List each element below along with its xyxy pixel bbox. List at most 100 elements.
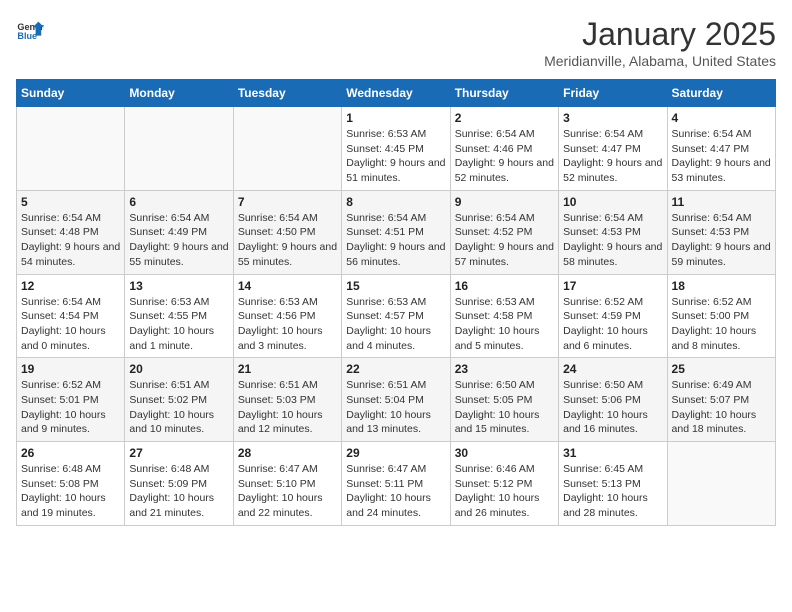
day-number: 3: [563, 111, 662, 125]
weekday-header-thursday: Thursday: [450, 80, 558, 107]
day-info: Sunrise: 6:54 AM Sunset: 4:52 PM Dayligh…: [455, 211, 554, 270]
weekday-header-sunday: Sunday: [17, 80, 125, 107]
day-number: 23: [455, 362, 554, 376]
day-info: Sunrise: 6:54 AM Sunset: 4:47 PM Dayligh…: [672, 127, 771, 186]
day-cell: 14 Sunrise: 6:53 AM Sunset: 4:56 PM Dayli…: [233, 274, 341, 358]
day-number: 16: [455, 279, 554, 293]
day-cell: 19 Sunrise: 6:52 AM Sunset: 5:01 PM Dayli…: [17, 358, 125, 442]
day-number: 8: [346, 195, 445, 209]
day-cell: 7 Sunrise: 6:54 AM Sunset: 4:50 PM Daylig…: [233, 190, 341, 274]
day-cell: 3 Sunrise: 6:54 AM Sunset: 4:47 PM Daylig…: [559, 107, 667, 191]
weekday-header-wednesday: Wednesday: [342, 80, 450, 107]
logo-icon: General Blue: [16, 16, 44, 44]
day-cell: [233, 107, 341, 191]
day-number: 6: [129, 195, 228, 209]
day-number: 22: [346, 362, 445, 376]
day-number: 2: [455, 111, 554, 125]
day-info: Sunrise: 6:47 AM Sunset: 5:11 PM Dayligh…: [346, 462, 445, 521]
calendar-table: SundayMondayTuesdayWednesdayThursdayFrid…: [16, 79, 776, 526]
day-info: Sunrise: 6:54 AM Sunset: 4:53 PM Dayligh…: [672, 211, 771, 270]
week-row-4: 19 Sunrise: 6:52 AM Sunset: 5:01 PM Dayli…: [17, 358, 776, 442]
day-cell: 28 Sunrise: 6:47 AM Sunset: 5:10 PM Dayli…: [233, 442, 341, 526]
day-cell: 30 Sunrise: 6:46 AM Sunset: 5:12 PM Dayli…: [450, 442, 558, 526]
day-cell: 12 Sunrise: 6:54 AM Sunset: 4:54 PM Dayli…: [17, 274, 125, 358]
week-row-1: 1 Sunrise: 6:53 AM Sunset: 4:45 PM Daylig…: [17, 107, 776, 191]
day-number: 20: [129, 362, 228, 376]
day-number: 30: [455, 446, 554, 460]
day-cell: 29 Sunrise: 6:47 AM Sunset: 5:11 PM Dayli…: [342, 442, 450, 526]
day-info: Sunrise: 6:51 AM Sunset: 5:02 PM Dayligh…: [129, 378, 228, 437]
day-info: Sunrise: 6:52 AM Sunset: 5:01 PM Dayligh…: [21, 378, 120, 437]
day-cell: 9 Sunrise: 6:54 AM Sunset: 4:52 PM Daylig…: [450, 190, 558, 274]
day-info: Sunrise: 6:53 AM Sunset: 4:56 PM Dayligh…: [238, 295, 337, 354]
day-number: 12: [21, 279, 120, 293]
header: General Blue January 2025 Meridianville,…: [16, 16, 776, 69]
day-number: 9: [455, 195, 554, 209]
day-cell: 16Sunrise: 6:53 AM Sunset: 4:58 PM Dayli…: [450, 274, 558, 358]
day-number: 26: [21, 446, 120, 460]
day-info: Sunrise: 6:52 AM Sunset: 4:59 PM Dayligh…: [563, 295, 662, 354]
day-info: Sunrise: 6:48 AM Sunset: 5:09 PM Dayligh…: [129, 462, 228, 521]
day-number: 29: [346, 446, 445, 460]
calendar-subtitle: Meridianville, Alabama, United States: [544, 53, 776, 69]
week-row-5: 26 Sunrise: 6:48 AM Sunset: 5:08 PM Dayli…: [17, 442, 776, 526]
day-info: Sunrise: 6:54 AM Sunset: 4:51 PM Dayligh…: [346, 211, 445, 270]
day-number: 21: [238, 362, 337, 376]
day-info: Sunrise: 6:49 AM Sunset: 5:07 PM Dayligh…: [672, 378, 771, 437]
day-info: Sunrise: 6:54 AM Sunset: 4:47 PM Dayligh…: [563, 127, 662, 186]
day-number: 19: [21, 362, 120, 376]
day-info: Sunrise: 6:53 AM Sunset: 4:55 PM Dayligh…: [129, 295, 228, 354]
day-info: Sunrise: 6:54 AM Sunset: 4:54 PM Dayligh…: [21, 295, 120, 354]
day-cell: 4 Sunrise: 6:54 AM Sunset: 4:47 PM Daylig…: [667, 107, 775, 191]
day-number: 25: [672, 362, 771, 376]
day-cell: 2Sunrise: 6:54 AM Sunset: 4:46 PM Daylig…: [450, 107, 558, 191]
day-cell: 22Sunrise: 6:51 AM Sunset: 5:04 PM Dayli…: [342, 358, 450, 442]
day-cell: 27 Sunrise: 6:48 AM Sunset: 5:09 PM Dayli…: [125, 442, 233, 526]
day-cell: 20 Sunrise: 6:51 AM Sunset: 5:02 PM Dayli…: [125, 358, 233, 442]
day-number: 7: [238, 195, 337, 209]
day-info: Sunrise: 6:54 AM Sunset: 4:48 PM Dayligh…: [21, 211, 120, 270]
weekday-header-monday: Monday: [125, 80, 233, 107]
day-cell: 15 Sunrise: 6:53 AM Sunset: 4:57 PM Dayli…: [342, 274, 450, 358]
weekday-header-tuesday: Tuesday: [233, 80, 341, 107]
svg-text:Blue: Blue: [17, 31, 37, 41]
day-cell: 25 Sunrise: 6:49 AM Sunset: 5:07 PM Dayli…: [667, 358, 775, 442]
day-number: 4: [672, 111, 771, 125]
day-info: Sunrise: 6:50 AM Sunset: 5:05 PM Dayligh…: [455, 378, 554, 437]
day-cell: 10Sunrise: 6:54 AM Sunset: 4:53 PM Dayli…: [559, 190, 667, 274]
calendar-title: January 2025: [544, 16, 776, 53]
day-cell: 23 Sunrise: 6:50 AM Sunset: 5:05 PM Dayli…: [450, 358, 558, 442]
day-info: Sunrise: 6:48 AM Sunset: 5:08 PM Dayligh…: [21, 462, 120, 521]
weekday-header-saturday: Saturday: [667, 80, 775, 107]
day-number: 14: [238, 279, 337, 293]
week-row-2: 5Sunrise: 6:54 AM Sunset: 4:48 PM Daylig…: [17, 190, 776, 274]
day-cell: 13 Sunrise: 6:53 AM Sunset: 4:55 PM Dayli…: [125, 274, 233, 358]
day-info: Sunrise: 6:53 AM Sunset: 4:45 PM Dayligh…: [346, 127, 445, 186]
day-cell: [17, 107, 125, 191]
day-cell: [667, 442, 775, 526]
day-number: 11: [672, 195, 771, 209]
day-cell: 21Sunrise: 6:51 AM Sunset: 5:03 PM Dayli…: [233, 358, 341, 442]
day-number: 13: [129, 279, 228, 293]
day-cell: 24Sunrise: 6:50 AM Sunset: 5:06 PM Dayli…: [559, 358, 667, 442]
day-number: 31: [563, 446, 662, 460]
logo: General Blue: [16, 16, 44, 44]
day-number: 1: [346, 111, 445, 125]
week-row-3: 12 Sunrise: 6:54 AM Sunset: 4:54 PM Dayli…: [17, 274, 776, 358]
day-info: Sunrise: 6:54 AM Sunset: 4:50 PM Dayligh…: [238, 211, 337, 270]
day-cell: 8 Sunrise: 6:54 AM Sunset: 4:51 PM Daylig…: [342, 190, 450, 274]
day-info: Sunrise: 6:45 AM Sunset: 5:13 PM Dayligh…: [563, 462, 662, 521]
day-info: Sunrise: 6:46 AM Sunset: 5:12 PM Dayligh…: [455, 462, 554, 521]
day-cell: 18Sunrise: 6:52 AM Sunset: 5:00 PM Dayli…: [667, 274, 775, 358]
day-number: 27: [129, 446, 228, 460]
day-info: Sunrise: 6:50 AM Sunset: 5:06 PM Dayligh…: [563, 378, 662, 437]
weekday-header-row: SundayMondayTuesdayWednesdayThursdayFrid…: [17, 80, 776, 107]
day-number: 28: [238, 446, 337, 460]
day-info: Sunrise: 6:47 AM Sunset: 5:10 PM Dayligh…: [238, 462, 337, 521]
day-info: Sunrise: 6:53 AM Sunset: 4:57 PM Dayligh…: [346, 295, 445, 354]
day-cell: 17Sunrise: 6:52 AM Sunset: 4:59 PM Dayli…: [559, 274, 667, 358]
day-info: Sunrise: 6:52 AM Sunset: 5:00 PM Dayligh…: [672, 295, 771, 354]
day-number: 15: [346, 279, 445, 293]
day-cell: 31 Sunrise: 6:45 AM Sunset: 5:13 PM Dayli…: [559, 442, 667, 526]
day-info: Sunrise: 6:54 AM Sunset: 4:53 PM Dayligh…: [563, 211, 662, 270]
